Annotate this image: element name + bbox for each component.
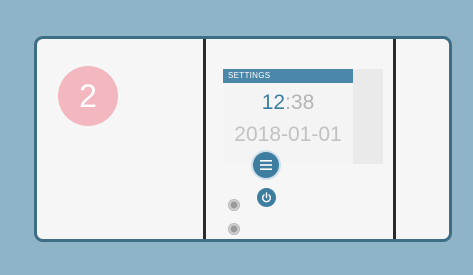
clock-date: 2018-01-01 xyxy=(234,123,342,146)
screen-title: SETTINGS xyxy=(223,69,353,83)
indicator-led-bottom xyxy=(228,223,240,235)
menu-button[interactable] xyxy=(253,152,279,178)
divider-right xyxy=(393,39,396,239)
step-number: 2 xyxy=(79,77,97,114)
power-icon xyxy=(261,192,272,203)
screen-body: 12:38 2018-01-01 xyxy=(223,83,353,164)
power-button[interactable] xyxy=(257,188,276,207)
divider-left xyxy=(203,39,206,239)
time-hours: 12 xyxy=(261,91,286,114)
display-screen: SETTINGS 12:38 2018-01-01 xyxy=(223,69,383,164)
clock-time: 12:38 xyxy=(223,91,353,115)
device-panel: 2 SETTINGS 12:38 2018-01-01 xyxy=(34,36,452,242)
step-badge: 2 xyxy=(58,66,118,126)
time-minutes: 38 xyxy=(290,91,315,114)
menu-icon xyxy=(260,160,272,170)
indicator-led-top xyxy=(228,199,240,211)
